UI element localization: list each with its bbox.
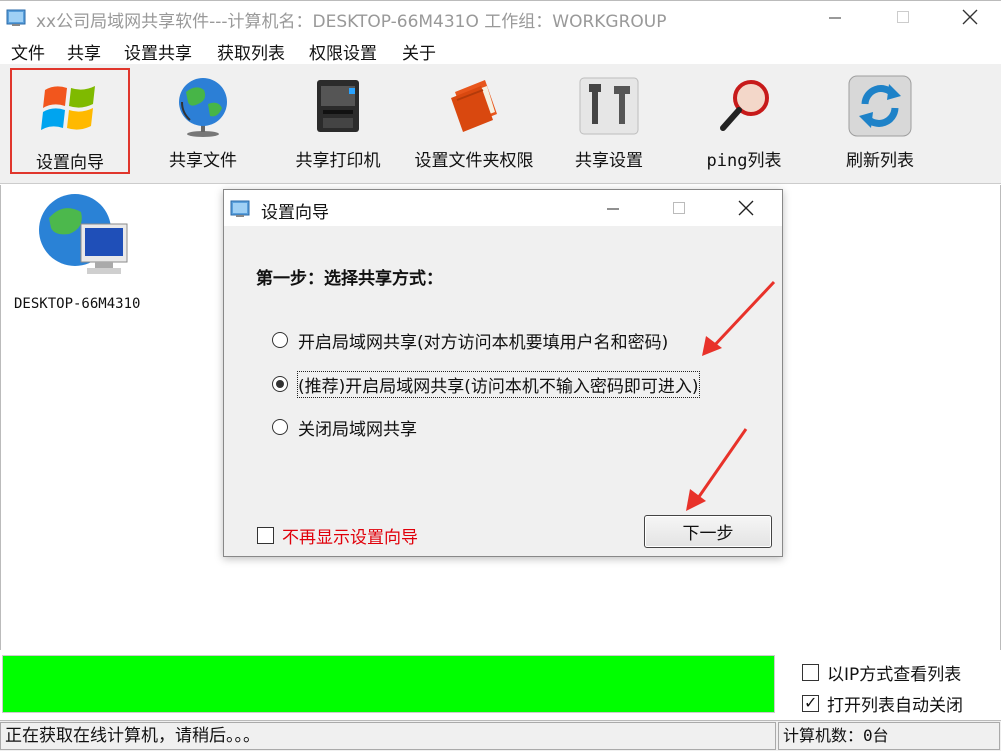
annotation-arrow-icon [702, 280, 776, 356]
checkbox[interactable] [802, 693, 819, 712]
tool-setup-wizard[interactable]: 设置向导 [10, 68, 130, 174]
computer-count: 计算机数：0台 [778, 722, 1000, 750]
progress-bar [2, 655, 775, 713]
network-computer-icon [39, 194, 128, 274]
tool-refresh-list[interactable]: 刷新列表 [820, 68, 940, 174]
radio-label: 关闭局域网共享 [298, 419, 417, 440]
maximize-icon [673, 202, 685, 214]
refresh-icon [848, 75, 912, 137]
view-by-ip-checkbox[interactable]: 以IP方式查看列表 [802, 660, 961, 685]
menu-share[interactable]: 共享 [67, 39, 101, 64]
menu-permissions[interactable]: 权限设置 [309, 39, 377, 64]
globe-icon [179, 78, 227, 137]
checkbox-label: 不再显示设置向导 [282, 528, 418, 548]
app-icon [230, 200, 250, 217]
dialog-maximize-button[interactable] [654, 192, 704, 224]
tool-label: 共享文件 [169, 151, 237, 171]
checkbox[interactable] [802, 664, 819, 681]
checkbox-label: 以IP方式查看列表 [827, 665, 962, 685]
option-disable-share[interactable]: 关闭局域网共享 [272, 415, 417, 440]
menu-set-share[interactable]: 设置共享 [124, 39, 192, 64]
wizard-step-heading: 第一步：选择共享方式： [256, 269, 443, 289]
dialog-title-bar: 设置向导 [224, 190, 782, 226]
radio-button[interactable] [272, 376, 288, 392]
radio-label: (推荐)开启局域网共享(访问本机不输入密码即可进入) [297, 370, 700, 398]
windows-logo-icon [41, 86, 95, 130]
tool-label: 设置文件夹权限 [414, 151, 534, 171]
toolbar: 设置向导 共享文件 共享打印机 设置文件夹权限 共享设置 ping列表 刷新列表 [0, 64, 1001, 184]
close-icon [962, 9, 978, 25]
minimize-button[interactable] [805, 1, 865, 33]
option-share-with-password[interactable]: 开启局域网共享(对方访问本机要填用户名和密码) [272, 328, 669, 353]
radio-label: 开启局域网共享(对方访问本机要填用户名和密码) [298, 332, 669, 353]
tool-share-file[interactable]: 共享文件 [143, 68, 263, 174]
checkbox-label: 打开列表自动关闭 [827, 696, 963, 716]
menu-about[interactable]: 关于 [402, 39, 436, 64]
title-bar: xx公司局域网共享软件---计算机名：DESKTOP-66M431O 工作组：W… [0, 0, 1001, 34]
computer-item[interactable]: DESKTOP-66M4310 [11, 190, 151, 320]
tool-share-printer[interactable]: 共享打印机 [278, 68, 398, 174]
tools-icon [579, 77, 639, 135]
status-message: 正在获取在线计算机，请稍后。。。 [0, 722, 776, 750]
tool-label: 共享设置 [575, 151, 643, 171]
close-icon [738, 200, 754, 216]
tool-label: 刷新列表 [846, 151, 914, 171]
menu-get-list[interactable]: 获取列表 [217, 39, 285, 64]
dialog-title: 设置向导 [261, 203, 329, 223]
next-step-button[interactable]: 下一步 [644, 515, 772, 548]
minimize-icon [829, 17, 841, 19]
magnifier-icon [720, 80, 769, 131]
tool-label: 共享打印机 [295, 151, 381, 171]
dialog-close-button[interactable] [721, 192, 771, 224]
printer-icon [317, 80, 359, 132]
radio-button[interactable] [272, 419, 288, 435]
dont-show-wizard-checkbox[interactable]: 不再显示设置向导 [257, 523, 418, 548]
auto-close-list-checkbox[interactable]: 打开列表自动关闭 [802, 691, 963, 716]
window-title: xx公司局域网共享软件---计算机名：DESKTOP-66M431O 工作组：W… [36, 12, 667, 32]
tool-label: ping列表 [706, 151, 782, 171]
minimize-icon [607, 208, 619, 210]
menu-file[interactable]: 文件 [11, 39, 45, 64]
computer-name: DESKTOP-66M4310 [14, 296, 141, 312]
annotation-arrow-icon [686, 428, 748, 511]
maximize-button[interactable] [873, 1, 933, 33]
checkbox[interactable] [257, 527, 274, 544]
status-bar: 正在获取在线计算机，请稍后。。。 计算机数：0台 [0, 720, 1001, 751]
tool-ping-list[interactable]: ping列表 [684, 68, 804, 174]
dialog-minimize-button[interactable] [588, 192, 638, 224]
tool-label: 设置向导 [36, 153, 104, 173]
folder-permission-icon [451, 80, 497, 132]
maximize-icon [897, 11, 909, 23]
menu-bar: 文件 共享 设置共享 获取列表 权限设置 关于 [0, 34, 1001, 64]
tool-share-settings[interactable]: 共享设置 [549, 68, 669, 174]
radio-button[interactable] [272, 332, 288, 348]
option-share-no-password[interactable]: (推荐)开启局域网共享(访问本机不输入密码即可进入) [272, 370, 700, 398]
app-icon [6, 9, 26, 26]
close-button[interactable] [940, 1, 1000, 33]
tool-folder-permission[interactable]: 设置文件夹权限 [414, 68, 534, 174]
